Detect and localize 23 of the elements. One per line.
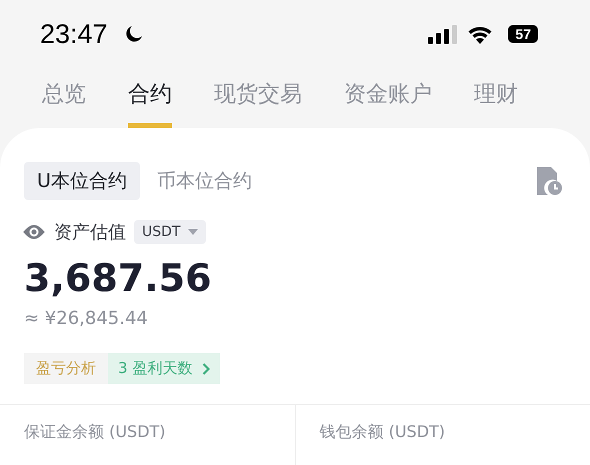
history-icon[interactable] <box>536 166 562 196</box>
valuation-label: 资产估值 <box>54 221 126 244</box>
tab[interactable]: 理财 <box>474 79 518 128</box>
balance-label: 保证金余额 (USDT) <box>24 422 166 441</box>
wifi-icon <box>466 24 494 44</box>
tab[interactable]: 现货交易 <box>214 79 302 128</box>
tab[interactable]: 总览 <box>42 79 86 128</box>
asset-amount: 3,687.56 <box>23 255 213 300</box>
profit-days-button[interactable]: 3 盈利天数 <box>108 353 220 384</box>
battery-icon: 57 <box>508 25 538 43</box>
eye-icon[interactable] <box>22 224 46 240</box>
status-time: 23:47 <box>40 18 108 50</box>
signal-icon <box>428 24 458 44</box>
currency-dropdown[interactable]: USDT <box>134 220 206 244</box>
balance-label: 钱包余额 (USDT) <box>320 422 446 441</box>
contract-type-tab[interactable]: U本位合约 <box>24 162 140 200</box>
asset-approx: ≈ ¥26,845.44 <box>23 307 149 329</box>
caret-icon <box>188 229 198 235</box>
pnl-analysis-button[interactable]: 盈亏分析 <box>24 353 108 384</box>
moon-icon <box>124 24 144 44</box>
tab[interactable]: 资金账户 <box>344 79 432 128</box>
contract-type-tab[interactable]: 币本位合约 <box>144 162 265 200</box>
chevron-icon <box>202 362 210 374</box>
